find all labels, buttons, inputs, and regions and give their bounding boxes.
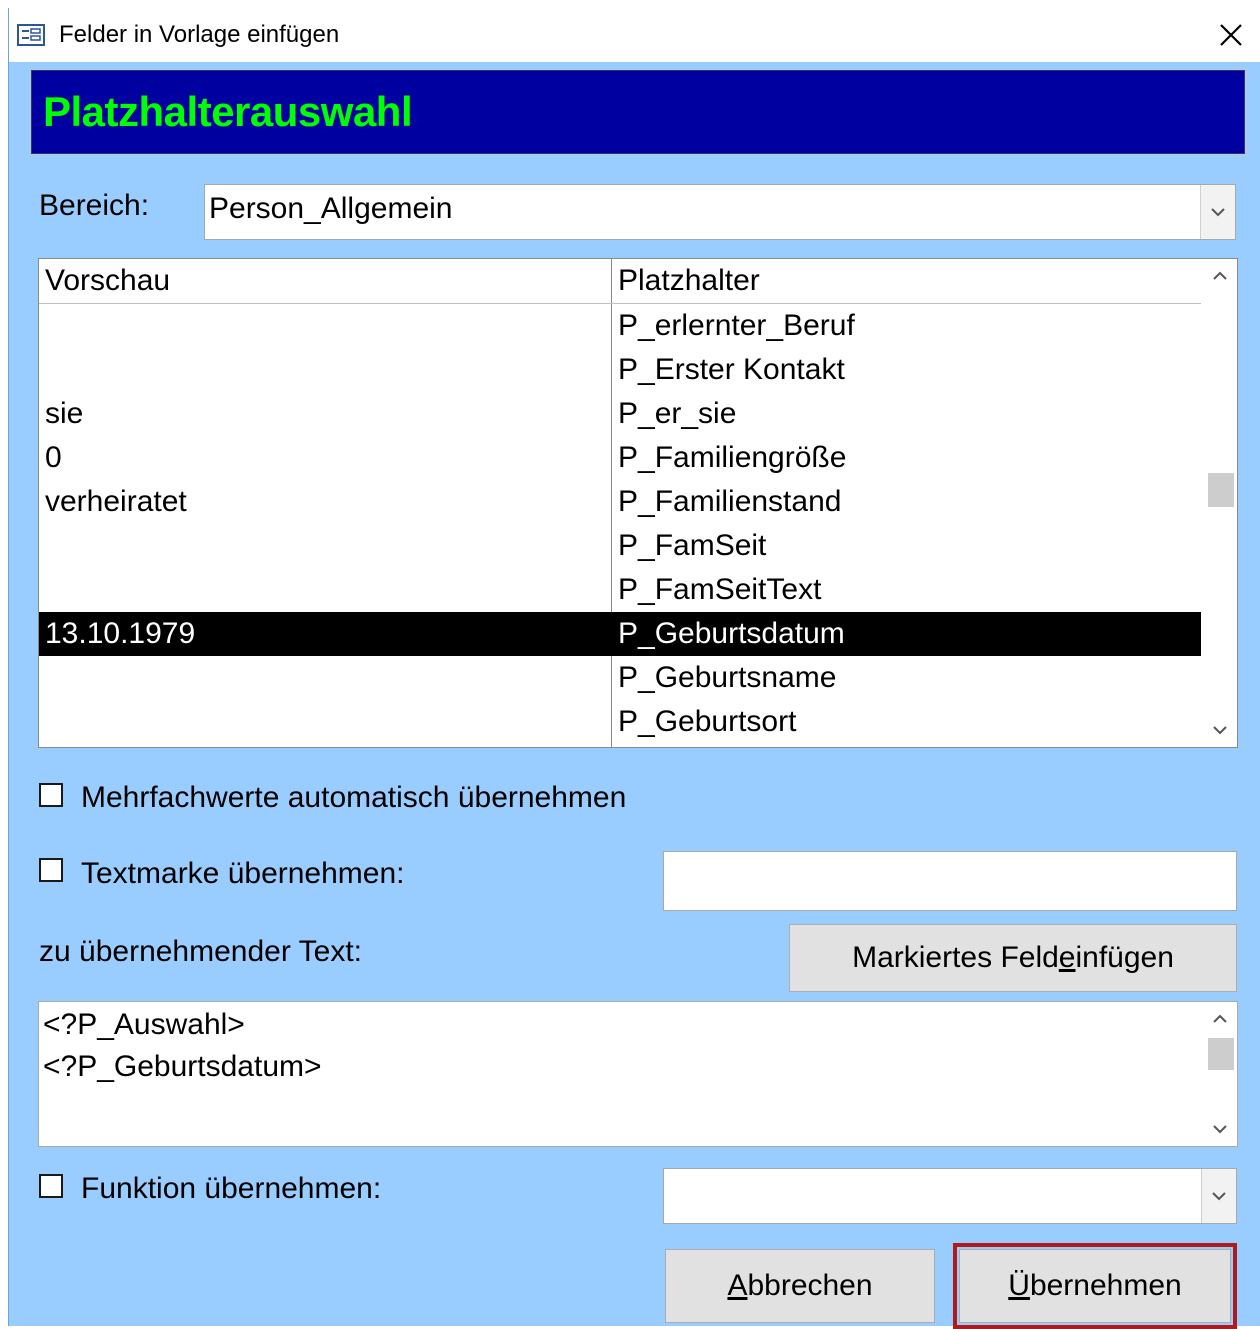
chevron-up-icon bbox=[1213, 271, 1227, 280]
chevron-down-icon bbox=[1212, 1192, 1226, 1201]
textmarke-checkbox[interactable] bbox=[39, 858, 63, 882]
list-item[interactable]: P_Geburtsname bbox=[39, 656, 1201, 700]
listbox-scrollbar[interactable] bbox=[1203, 259, 1237, 747]
text-label: zu übernehmender Text: bbox=[39, 935, 362, 968]
bereich-dropdown-button[interactable] bbox=[1200, 185, 1235, 239]
funktion-label: Funktion übernehmen: bbox=[81, 1172, 382, 1205]
list-item[interactable]: sie P_er_sie bbox=[39, 392, 1201, 436]
scroll-thumb[interactable] bbox=[1208, 473, 1234, 507]
scroll-down-button[interactable] bbox=[1203, 1112, 1237, 1146]
dialog-window: Felder in Vorlage einfügen Platzhalterau… bbox=[8, 8, 1260, 1329]
funktion-dropdown-button[interactable] bbox=[1201, 1169, 1236, 1223]
list-item[interactable]: P_Geburtsort bbox=[39, 700, 1201, 744]
header-banner: Platzhalterauswahl bbox=[29, 68, 1247, 156]
close-button[interactable] bbox=[1201, 8, 1260, 62]
funktion-checkbox[interactable] bbox=[39, 1174, 63, 1198]
memo-line: <?P_Geburtsdatum> bbox=[43, 1050, 322, 1083]
cancel-button[interactable]: Abbrechen bbox=[665, 1249, 935, 1323]
list-item[interactable]: verheiratet P_Familienstand bbox=[39, 480, 1201, 524]
memo-line: <?P_Auswahl> bbox=[43, 1008, 245, 1041]
listbox-rows: P_erlernter_Beruf P_Erster Kontakt sie P_er… bbox=[39, 304, 1201, 744]
column-header-vorschau[interactable]: Vorschau bbox=[45, 259, 170, 303]
banner-title: Platzhalterauswahl bbox=[43, 88, 413, 135]
insert-field-button[interactable]: Markiertes Feld e infügen bbox=[789, 924, 1237, 992]
list-item[interactable]: 0 P_Familiengröße bbox=[39, 436, 1201, 480]
chevron-down-icon bbox=[1213, 1125, 1227, 1134]
scroll-up-button[interactable] bbox=[1203, 1002, 1237, 1036]
mehrfachwerte-label: Mehrfachwerte automatisch übernehmen bbox=[81, 781, 627, 814]
platzhalter-cell: P_Familiengröße bbox=[618, 441, 847, 474]
list-item[interactable]: P_FamSeitText bbox=[39, 568, 1201, 612]
platzhalter-cell: P_erlernter_Beruf bbox=[618, 309, 855, 342]
list-item[interactable]: 13.10.1979 P_Geburtsdatum bbox=[39, 612, 1201, 656]
platzhalter-cell: P_Erster Kontakt bbox=[618, 353, 845, 386]
list-item[interactable]: P_Erster Kontakt bbox=[39, 348, 1201, 392]
vorschau-cell: verheiratet bbox=[45, 485, 187, 518]
chevron-down-icon bbox=[1213, 726, 1227, 735]
platzhalter-cell: P_er_sie bbox=[618, 397, 737, 430]
platzhalter-cell: P_Geburtsname bbox=[618, 661, 837, 694]
form-icon bbox=[17, 24, 45, 46]
platzhalter-cell: P_Geburtsdatum bbox=[618, 617, 845, 650]
close-icon bbox=[1220, 24, 1242, 46]
window-title: Felder in Vorlage einfügen bbox=[59, 21, 340, 48]
mehrfachwerte-checkbox[interactable] bbox=[39, 783, 63, 807]
placeholder-listbox[interactable]: Vorschau Platzhalter P_erlernter_Beruf P_… bbox=[38, 258, 1238, 748]
bereich-label: Bereich: bbox=[39, 189, 150, 222]
column-header-platzhalter[interactable]: Platzhalter bbox=[618, 259, 760, 303]
textmarke-label: Textmarke übernehmen: bbox=[81, 857, 405, 890]
vorschau-cell: 13.10.1979 bbox=[45, 617, 196, 650]
bereich-value: Person_Allgemein bbox=[209, 192, 453, 225]
scroll-up-button[interactable] bbox=[1203, 259, 1237, 293]
scroll-down-button[interactable] bbox=[1203, 713, 1237, 747]
list-item[interactable]: P_FamSeit bbox=[39, 524, 1201, 568]
scroll-thumb[interactable] bbox=[1208, 1038, 1234, 1070]
bereich-combobox[interactable]: Person_Allgemein bbox=[204, 184, 1236, 240]
title-bar[interactable]: Felder in Vorlage einfügen bbox=[9, 8, 1260, 62]
list-item[interactable]: P_erlernter_Beruf bbox=[39, 304, 1201, 348]
chevron-down-icon bbox=[1211, 208, 1225, 217]
apply-button[interactable]: Übernehmen bbox=[959, 1249, 1231, 1323]
vorschau-cell: sie bbox=[45, 397, 84, 430]
platzhalter-cell: P_FamSeitText bbox=[618, 573, 822, 606]
platzhalter-cell: P_Geburtsort bbox=[618, 705, 797, 738]
memo-scrollbar[interactable] bbox=[1203, 1002, 1237, 1146]
vorschau-cell: 0 bbox=[45, 441, 62, 474]
platzhalter-cell: P_FamSeit bbox=[618, 529, 767, 562]
textmarke-input[interactable] bbox=[663, 851, 1237, 911]
funktion-combobox[interactable] bbox=[663, 1168, 1237, 1224]
chevron-up-icon bbox=[1213, 1014, 1227, 1023]
text-memo[interactable]: <?P_Auswahl> <?P_Geburtsdatum> bbox=[38, 1001, 1238, 1147]
platzhalter-cell: P_Familienstand bbox=[618, 485, 842, 518]
